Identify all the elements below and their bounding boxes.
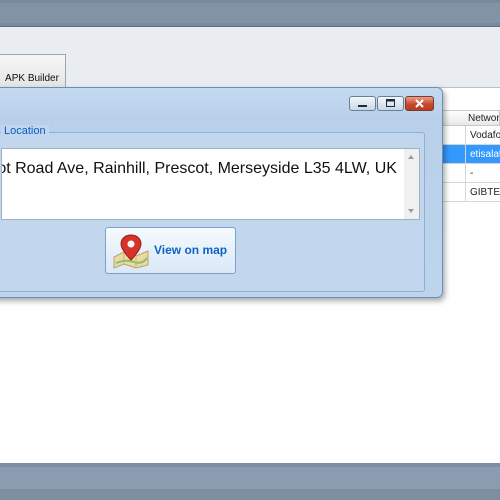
- scroll-up-arrow-icon[interactable]: [408, 155, 414, 159]
- network-cell: GIBTEL: [470, 187, 500, 198]
- view-on-map-label: View on map: [154, 243, 228, 257]
- tab-strip: [0, 27, 500, 87]
- map-pin-icon: [113, 234, 149, 269]
- address-text: Dunriding Lane, Prescot Road Ave, Rainhi…: [2, 160, 397, 177]
- maximize-icon: [386, 99, 395, 107]
- table-row[interactable]: GIBTEL: [436, 183, 500, 202]
- network-cell: -: [470, 168, 474, 179]
- table-row-selected[interactable]: etisalat: [436, 145, 500, 164]
- app-top-bar: [0, 0, 500, 27]
- minimize-button[interactable]: [349, 96, 376, 111]
- close-button[interactable]: [405, 96, 434, 111]
- status-bar: [0, 463, 500, 500]
- devices-table: Network Vodafone etisalat - GIBTEL: [436, 110, 500, 202]
- network-cell: Vodafone: [470, 130, 500, 141]
- address-textbox[interactable]: Dunriding Lane, Prescot Road Ave, Rainhi…: [1, 148, 420, 220]
- network-cell: etisalat: [470, 149, 500, 160]
- location-dialog: Location Dunriding Lane, Prescot Road Av…: [0, 87, 443, 298]
- tab-apk-builder-label: APK Builder: [5, 73, 59, 84]
- scroll-down-arrow-icon[interactable]: [408, 209, 414, 213]
- table-row[interactable]: Vodafone: [436, 126, 500, 145]
- address-scrollbar[interactable]: [404, 149, 419, 219]
- minimize-icon: [358, 105, 367, 107]
- view-on-map-button[interactable]: View on map: [105, 227, 236, 274]
- location-group-title: Location: [1, 125, 49, 137]
- maximize-button[interactable]: [377, 96, 404, 111]
- tab-apk-builder[interactable]: APK Builder: [0, 54, 66, 88]
- column-header-network[interactable]: Network: [436, 110, 500, 126]
- close-icon: [415, 99, 424, 108]
- table-row[interactable]: -: [436, 164, 500, 183]
